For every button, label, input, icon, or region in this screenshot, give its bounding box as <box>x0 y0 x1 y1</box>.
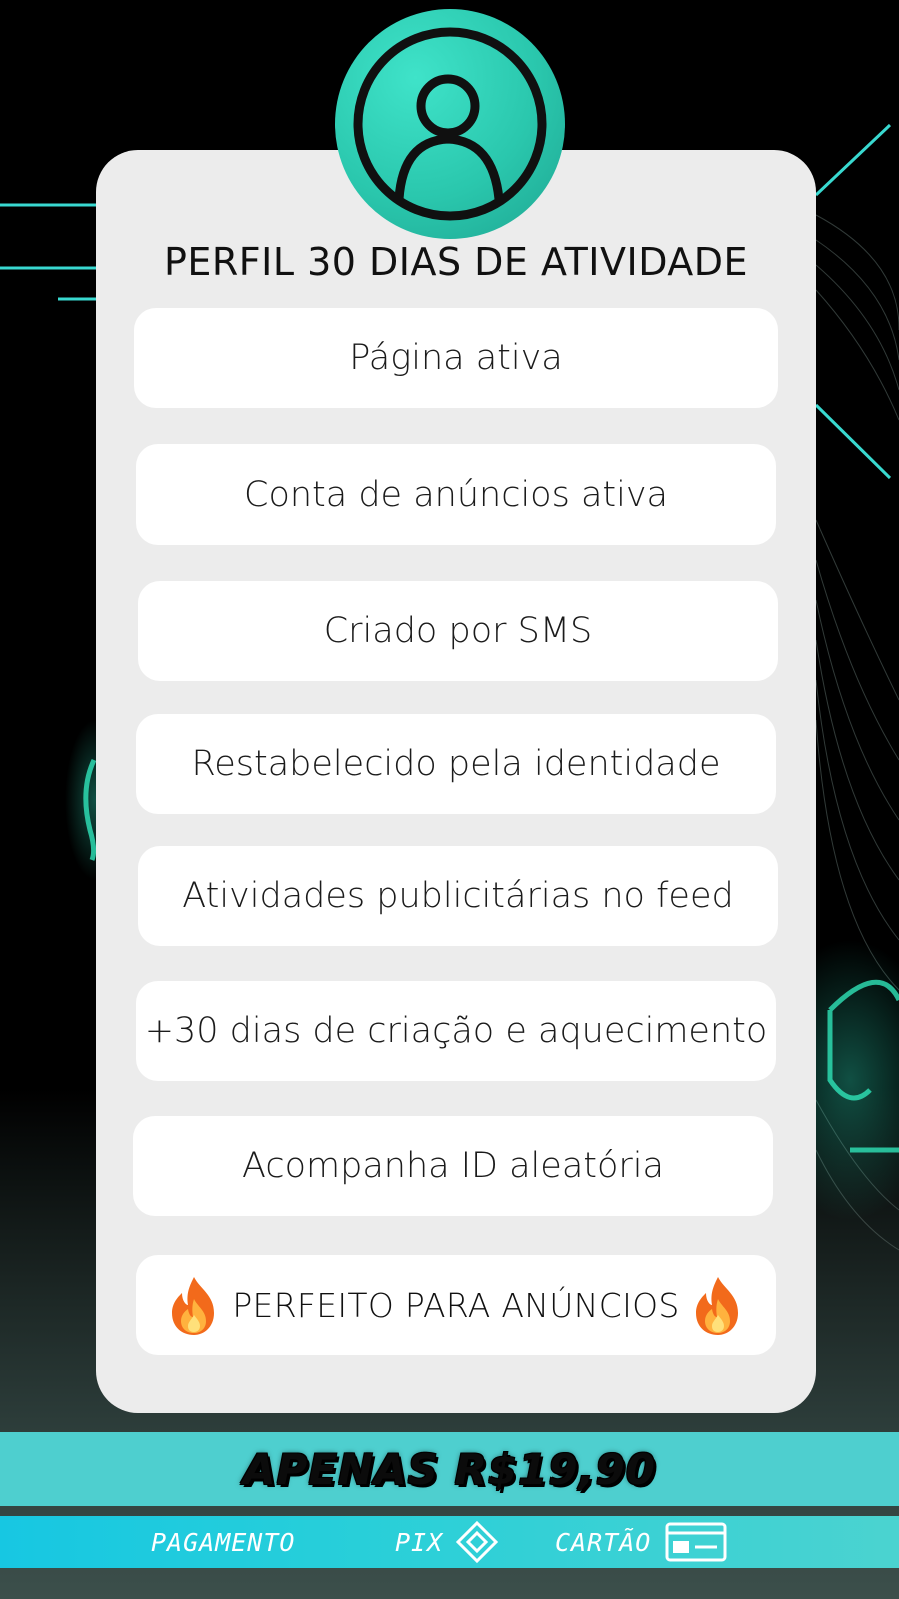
feature-item: Conta de anúncios ativa <box>136 444 776 545</box>
card-label: CARTÃO <box>555 1527 652 1557</box>
feature-item: Atividades publicitárias no feed <box>138 846 778 946</box>
user-icon <box>353 27 547 221</box>
payment-bar: PAGAMENTO PIX CARTÃO <box>0 1516 899 1568</box>
payment-pix: PIX <box>395 1516 499 1568</box>
feature-item: Restabelecido pela identidade <box>136 714 776 814</box>
payment-label: PAGAMENTO <box>151 1527 296 1557</box>
feature-item: Criado por SMS <box>138 581 778 681</box>
payment-card: CARTÃO <box>555 1516 727 1568</box>
fire-icon <box>695 1277 738 1335</box>
pix-icon <box>456 1520 499 1564</box>
profile-avatar <box>335 9 565 239</box>
feature-item: +30 dias de criação e aquecimento <box>136 981 776 1081</box>
credit-card-icon <box>665 1522 727 1562</box>
highlight-banner: PERFEITO PARA ANÚNCIOS <box>136 1255 776 1355</box>
pix-label: PIX <box>395 1527 444 1557</box>
fire-icon <box>172 1277 215 1335</box>
feature-item: Página ativa <box>134 308 778 408</box>
highlight-label: PERFEITO PARA ANÚNCIOS <box>232 1285 680 1325</box>
card-title: PERFIL 30 DIAS DE ATIVIDADE <box>163 240 749 284</box>
price-label: APENAS R$19,90 <box>243 1444 656 1494</box>
feature-item: Acompanha ID aleatória <box>133 1116 773 1216</box>
price-banner: APENAS R$19,90 <box>0 1432 899 1506</box>
